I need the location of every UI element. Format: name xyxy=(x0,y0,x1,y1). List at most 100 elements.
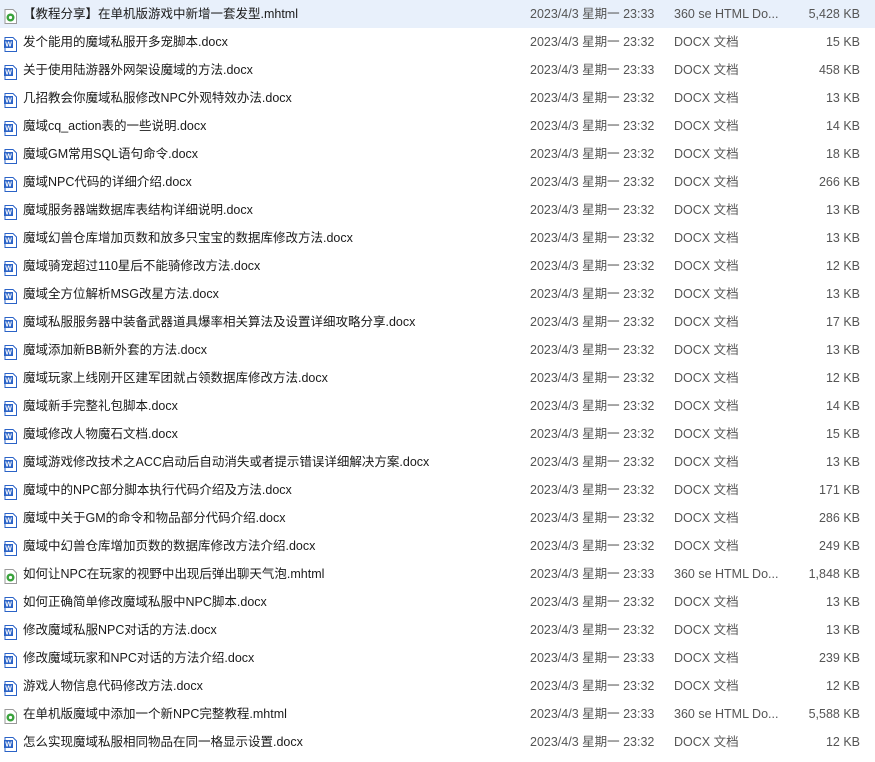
file-row[interactable]: 在单机版魔域中添加一个新NPC完整教程.mhtml 2023/4/3 星期一 23… xyxy=(0,700,875,728)
svg-text:W: W xyxy=(5,98,12,105)
svg-text:W: W xyxy=(5,210,12,217)
file-type: DOCX 文档 xyxy=(674,91,739,105)
file-name: 发个能用的魔域私服开多宠脚本.docx xyxy=(23,35,228,49)
file-row[interactable]: W 魔域NPC代码的详细介绍.docx 2023/4/3 星期一 23:32 DOCX… xyxy=(0,168,875,196)
file-row[interactable]: W 魔域服务器端数据库表结构详细说明.docx 2023/4/3 星期一 23:32… xyxy=(0,196,875,224)
file-type: DOCX 文档 xyxy=(674,203,739,217)
svg-text:W: W xyxy=(5,378,12,385)
file-date: 2023/4/3 星期一 23:32 xyxy=(530,623,655,637)
file-date: 2023/4/3 星期一 23:33 xyxy=(530,651,655,665)
file-name: 魔域修改人物魔石文档.docx xyxy=(23,427,178,441)
file-date: 2023/4/3 星期一 23:32 xyxy=(530,35,655,49)
file-type: DOCX 文档 xyxy=(674,651,739,665)
docx-icon: W xyxy=(4,202,17,220)
docx-icon: W xyxy=(4,734,17,752)
file-size: 239 KB xyxy=(818,651,860,665)
svg-text:W: W xyxy=(5,630,12,637)
file-row[interactable]: W 关于使用陆游器外网架设魔域的方法.docx 2023/4/3 星期一 23:33… xyxy=(0,56,875,84)
file-name: 魔域服务器端数据库表结构详细说明.docx xyxy=(23,203,253,217)
file-row[interactable]: W 魔域中的NPC部分脚本执行代码介绍及方法.docx 2023/4/3 星期一 2… xyxy=(0,476,875,504)
svg-text:W: W xyxy=(5,462,12,469)
file-type: 360 se HTML Do... xyxy=(674,707,779,721)
file-row[interactable]: W 如何正确简单修改魔域私服中NPC脚本.docx 2023/4/3 星期一 23:… xyxy=(0,588,875,616)
file-type: DOCX 文档 xyxy=(674,259,739,273)
file-name: 魔域中关于GM的命令和物品部分代码介绍.docx xyxy=(23,511,286,525)
file-type: DOCX 文档 xyxy=(674,455,739,469)
file-name: 魔域中幻兽仓库增加页数的数据库修改方法介绍.docx xyxy=(23,539,316,553)
file-date: 2023/4/3 星期一 23:32 xyxy=(530,287,655,301)
file-row[interactable]: 如何让NPC在玩家的视野中出现后弹出聊天气泡.mhtml 2023/4/3 星期一… xyxy=(0,560,875,588)
file-size: 5,428 KB xyxy=(808,7,860,21)
file-size: 249 KB xyxy=(818,539,860,553)
file-name: 关于使用陆游器外网架设魔域的方法.docx xyxy=(23,63,253,77)
file-row[interactable]: W 魔域玩家上线刚开区建军团就占领数据库修改方法.docx 2023/4/3 星期一… xyxy=(0,364,875,392)
file-name: 魔域幻兽仓库增加页数和放多只宝宝的数据库修改方法.docx xyxy=(23,231,353,245)
file-type: DOCX 文档 xyxy=(674,119,739,133)
file-size: 13 KB xyxy=(825,203,860,217)
file-row[interactable]: W 魔域添加新BB新外套的方法.docx 2023/4/3 星期一 23:32 DOC… xyxy=(0,336,875,364)
file-type: DOCX 文档 xyxy=(674,175,739,189)
file-row[interactable]: W 魔域私服服务器中装备武器道具爆率相关算法及设置详细攻略分享.docx 2023/… xyxy=(0,308,875,336)
docx-icon: W xyxy=(4,398,17,416)
svg-text:W: W xyxy=(5,154,12,161)
file-row[interactable]: W 魔域游戏修改技术之ACC启动后自动消失或者提示错误详细解决方案.docx 202… xyxy=(0,448,875,476)
file-row[interactable]: W 魔域骑宠超过110星后不能骑修改方法.docx 2023/4/3 星期一 23:… xyxy=(0,252,875,280)
file-row[interactable]: W 魔域cq_action表的一些说明.docx 2023/4/3 星期一 23:3… xyxy=(0,112,875,140)
docx-icon: W xyxy=(4,426,17,444)
file-size: 13 KB xyxy=(825,343,860,357)
file-type: DOCX 文档 xyxy=(674,511,739,525)
file-type: 360 se HTML Do... xyxy=(674,567,779,581)
file-name: 几招教会你魔域私服修改NPC外观特效办法.docx xyxy=(23,91,292,105)
file-name: 修改魔域玩家和NPC对话的方法介绍.docx xyxy=(23,651,255,665)
file-size: 13 KB xyxy=(825,595,860,609)
file-size: 266 KB xyxy=(818,175,860,189)
file-date: 2023/4/3 星期一 23:33 xyxy=(530,63,655,77)
file-row[interactable]: W 修改魔域玩家和NPC对话的方法介绍.docx 2023/4/3 星期一 23:3… xyxy=(0,644,875,672)
svg-text:W: W xyxy=(5,322,12,329)
file-name: 魔域玩家上线刚开区建军团就占领数据库修改方法.docx xyxy=(23,371,328,385)
file-row[interactable]: W 魔域中关于GM的命令和物品部分代码介绍.docx 2023/4/3 星期一 23… xyxy=(0,504,875,532)
svg-text:W: W xyxy=(5,546,12,553)
file-size: 5,588 KB xyxy=(808,707,860,721)
file-date: 2023/4/3 星期一 23:32 xyxy=(530,427,655,441)
file-date: 2023/4/3 星期一 23:32 xyxy=(530,539,655,553)
file-row[interactable]: W 魔域GM常用SQL语句命令.docx 2023/4/3 星期一 23:32 DOC… xyxy=(0,140,875,168)
file-type: DOCX 文档 xyxy=(674,287,739,301)
docx-icon: W xyxy=(4,510,17,528)
file-date: 2023/4/3 星期一 23:32 xyxy=(530,119,655,133)
docx-icon: W xyxy=(4,454,17,472)
file-size: 1,848 KB xyxy=(808,567,860,581)
svg-text:W: W xyxy=(5,406,12,413)
file-row[interactable]: W 魔域中幻兽仓库增加页数的数据库修改方法介绍.docx 2023/4/3 星期一 … xyxy=(0,532,875,560)
svg-text:W: W xyxy=(5,126,12,133)
file-date: 2023/4/3 星期一 23:32 xyxy=(530,259,655,273)
svg-text:W: W xyxy=(5,266,12,273)
file-row[interactable]: W 魔域全方位解析MSG改星方法.docx 2023/4/3 星期一 23:32 DO… xyxy=(0,280,875,308)
file-type: DOCX 文档 xyxy=(674,35,739,49)
docx-icon: W xyxy=(4,90,17,108)
file-name: 魔域添加新BB新外套的方法.docx xyxy=(23,343,208,357)
docx-icon: W xyxy=(4,482,17,500)
file-row[interactable]: W 游戏人物信息代码修改方法.docx 2023/4/3 星期一 23:32 DOCX… xyxy=(0,672,875,700)
svg-text:W: W xyxy=(5,238,12,245)
file-row[interactable]: W 发个能用的魔域私服开多宠脚本.docx 2023/4/3 星期一 23:32 DO… xyxy=(0,28,875,56)
file-row[interactable]: W 魔域幻兽仓库增加页数和放多只宝宝的数据库修改方法.docx 2023/4/3 星… xyxy=(0,224,875,252)
file-row[interactable]: W 魔域修改人物魔石文档.docx 2023/4/3 星期一 23:32 DOCX 文… xyxy=(0,420,875,448)
docx-icon: W xyxy=(4,342,17,360)
file-row[interactable]: W 几招教会你魔域私服修改NPC外观特效办法.docx 2023/4/3 星期一 2… xyxy=(0,84,875,112)
file-row[interactable]: W 魔域新手完整礼包脚本.docx 2023/4/3 星期一 23:32 DOCX 文… xyxy=(0,392,875,420)
file-size: 13 KB xyxy=(825,91,860,105)
mhtml-icon xyxy=(4,706,17,724)
file-size: 286 KB xyxy=(818,511,860,525)
docx-icon: W xyxy=(4,146,17,164)
file-row[interactable]: W 修改魔域私服NPC对话的方法.docx 2023/4/3 星期一 23:32 DO… xyxy=(0,616,875,644)
file-size: 17 KB xyxy=(825,315,860,329)
docx-icon: W xyxy=(4,230,17,248)
svg-text:W: W xyxy=(5,42,12,49)
file-size: 12 KB xyxy=(825,371,860,385)
docx-icon: W xyxy=(4,174,17,192)
file-name: 如何正确简单修改魔域私服中NPC脚本.docx xyxy=(23,595,267,609)
docx-icon: W xyxy=(4,650,17,668)
file-row[interactable]: 【教程分享】在单机版游戏中新增一套发型.mhtml 2023/4/3 星期一 23… xyxy=(0,0,875,28)
docx-icon: W xyxy=(4,622,17,640)
